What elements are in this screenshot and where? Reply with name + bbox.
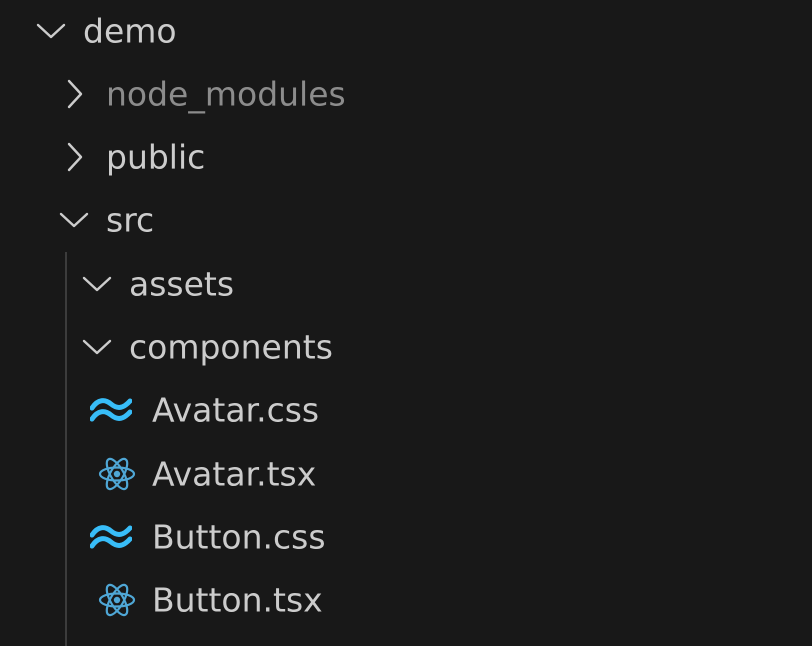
chevron-down-icon[interactable] xyxy=(82,275,112,293)
folder-row-assets[interactable]: assets xyxy=(0,254,812,314)
file-label: Button.css xyxy=(152,517,326,557)
folder-label: components xyxy=(129,327,333,367)
folder-row-components[interactable]: components xyxy=(0,317,812,377)
file-explorer-tree: demo node_modules public src assets comp… xyxy=(0,0,812,646)
tailwind-icon xyxy=(90,398,132,422)
folder-label: assets xyxy=(129,264,235,304)
folder-row-public[interactable]: public xyxy=(0,127,812,187)
file-label: Avatar.tsx xyxy=(152,454,317,494)
chevron-right-icon[interactable] xyxy=(66,142,84,172)
folder-label: demo xyxy=(83,11,177,51)
file-row-button-tsx[interactable]: Button.tsx xyxy=(0,570,812,630)
folder-row-src[interactable]: src xyxy=(0,190,812,250)
chevron-down-icon[interactable] xyxy=(36,22,66,40)
folder-label: src xyxy=(106,200,155,240)
react-icon xyxy=(98,583,136,617)
file-row-avatar-css[interactable]: Avatar.css xyxy=(0,380,812,440)
file-label: Button.tsx xyxy=(152,580,323,620)
folder-label: public xyxy=(106,137,206,177)
folder-label: node_modules xyxy=(106,74,346,114)
tailwind-icon xyxy=(90,525,132,549)
file-label: Avatar.css xyxy=(152,390,320,430)
chevron-right-icon[interactable] xyxy=(66,79,84,109)
folder-row-demo[interactable]: demo xyxy=(0,1,812,61)
folder-row-node-modules[interactable]: node_modules xyxy=(0,64,812,124)
file-row-button-css[interactable]: Button.css xyxy=(0,507,812,567)
react-icon xyxy=(98,457,136,491)
chevron-down-icon[interactable] xyxy=(82,338,112,356)
chevron-down-icon[interactable] xyxy=(59,211,89,229)
file-row-avatar-tsx[interactable]: Avatar.tsx xyxy=(0,444,812,504)
